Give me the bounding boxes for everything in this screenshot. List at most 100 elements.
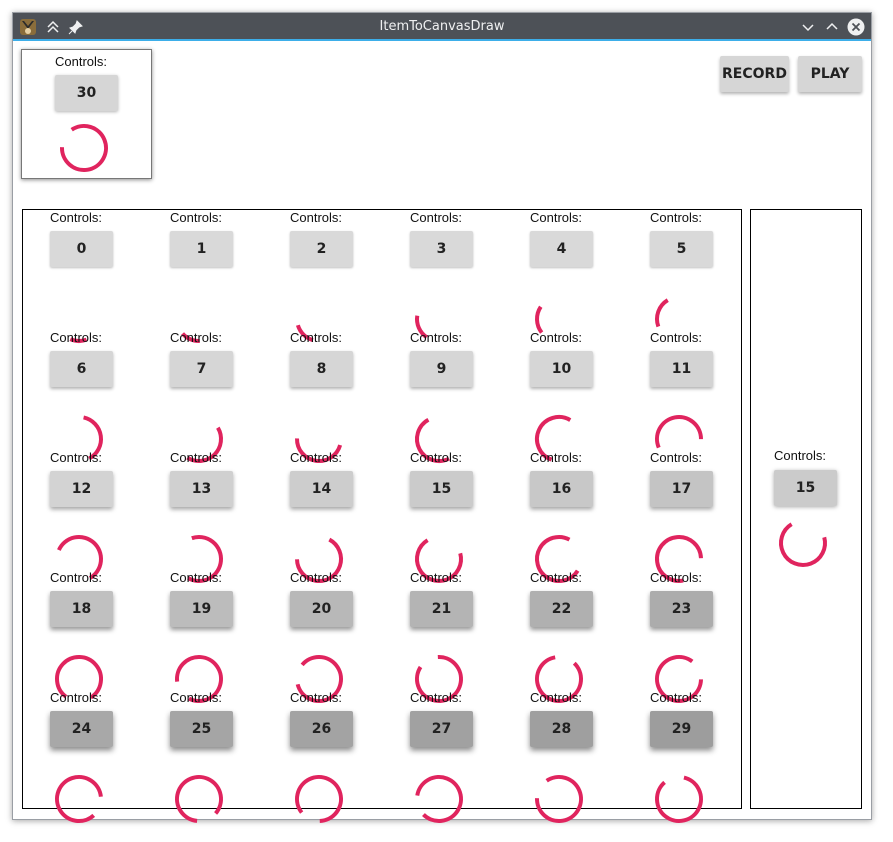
controls-label: Controls: [410, 210, 463, 225]
control-button[interactable]: 6 [50, 351, 113, 387]
control-cell: Controls: 10 [530, 330, 620, 462]
control-button[interactable]: 7 [170, 351, 233, 387]
control-button[interactable]: 2 [290, 231, 353, 267]
busy-indicator [175, 775, 223, 823]
controls-label: Controls: [50, 330, 103, 345]
controls-label: Controls: [170, 330, 223, 345]
control-cell: Controls: 12 [50, 450, 140, 580]
control-cell: Controls: 2 [290, 210, 380, 343]
control-button[interactable]: 24 [50, 711, 113, 747]
control-cell: Controls: 7 [170, 330, 260, 463]
indicator-arc [55, 775, 103, 823]
control-cell: Controls: 6 [50, 330, 140, 461]
indicator-arc [655, 415, 703, 449]
control-button[interactable]: 20 [290, 591, 353, 627]
controls-label: Controls: [650, 450, 703, 465]
control-button[interactable]: 3 [410, 231, 473, 267]
controls-label: Controls: [290, 570, 343, 585]
control-button[interactable]: 22 [530, 591, 593, 627]
control-cell: Controls: 16 [530, 450, 620, 583]
control-button[interactable]: 13 [170, 471, 233, 507]
title-bar: ItemToCanvasDraw [13, 13, 871, 41]
control-button[interactable]: 25 [170, 711, 233, 747]
controls-label: Controls: [530, 330, 583, 345]
busy-indicator [295, 775, 343, 823]
top-controls-panel: Controls: 30 [21, 49, 152, 179]
control-button[interactable]: 9 [410, 351, 473, 387]
control-cell: Controls: 1 [170, 210, 260, 343]
control-cell: Controls: 4 [530, 210, 620, 334]
minimize-icon[interactable] [799, 18, 817, 36]
control-button[interactable]: 17 [650, 471, 713, 507]
app-window: ItemToCanvasDraw Controls: 30 RECORD PLA… [12, 12, 872, 823]
busy-indicator [60, 124, 108, 172]
control-button[interactable]: 27 [410, 711, 473, 747]
busy-indicator [415, 775, 463, 823]
controls-label: Controls: [170, 210, 223, 225]
control-button[interactable]: 15 [410, 471, 473, 507]
control-button[interactable]: 29 [650, 711, 713, 747]
window-title: ItemToCanvasDraw [379, 19, 505, 34]
indicator-arc [655, 298, 669, 328]
content-area: Controls: 30 RECORD PLAY Controls: 0 Contr… [13, 41, 871, 823]
controls-label: Controls: [170, 450, 223, 465]
controls-label: Controls: [410, 690, 463, 705]
control-cell: Controls: 9 [410, 330, 500, 463]
busy-indicator [779, 522, 827, 567]
control-cell: Controls: 0 [50, 210, 140, 343]
control-button[interactable]: 8 [290, 351, 353, 387]
controls-label: Controls: [774, 448, 827, 463]
control-cell: Controls: 24 [50, 690, 140, 823]
control-button[interactable]: 10 [530, 351, 593, 387]
controls-label: Controls: [50, 570, 103, 585]
control-button[interactable]: 26 [290, 711, 353, 747]
controls-label: Controls: [50, 690, 103, 705]
control-button[interactable]: 14 [290, 471, 353, 507]
controls-label: Controls: [410, 330, 463, 345]
control-cell: Controls: 22 [530, 570, 620, 703]
busy-indicator [535, 775, 583, 823]
maximize-icon[interactable] [823, 18, 841, 36]
control-cell: Controls: 8 [290, 330, 380, 463]
control-cell: Controls: 5 [650, 210, 740, 330]
control-cell: Controls: 14 [290, 450, 380, 583]
play-button[interactable]: PLAY [798, 56, 862, 92]
control-button[interactable]: 18 [50, 591, 113, 627]
control-button[interactable]: 28 [530, 711, 593, 747]
control-cell: Controls: 20 [290, 570, 380, 703]
control-cell: Controls: 18 [50, 570, 140, 700]
control-button[interactable]: 1 [170, 231, 233, 267]
control-button[interactable]: 15 [774, 470, 837, 506]
indicator-arc [535, 775, 583, 823]
record-button[interactable]: RECORD [720, 56, 789, 92]
controls-label: Controls: [650, 210, 703, 225]
controls-label: Controls: [650, 330, 703, 345]
control-cell: Controls: 27 [410, 690, 500, 823]
controls-label: Controls: [530, 690, 583, 705]
controls-label: Controls: [290, 450, 343, 465]
controls-label: Controls: [290, 210, 343, 225]
controls-label: Controls: [650, 570, 703, 585]
control-button[interactable]: 11 [650, 351, 713, 387]
control-cell: Controls: 11 [650, 330, 740, 450]
indicator-arc [655, 775, 703, 823]
controls-label: Controls: [530, 570, 583, 585]
control-cell: Controls: 23 [650, 570, 740, 703]
control-cell: Controls: 17 [650, 450, 740, 583]
control-button[interactable]: 12 [50, 471, 113, 507]
control-button[interactable]: 30 [55, 75, 118, 111]
control-button[interactable]: 0 [50, 231, 113, 267]
control-button[interactable]: 4 [530, 231, 593, 267]
controls-label: Controls: [530, 450, 583, 465]
control-button[interactable]: 23 [650, 591, 713, 627]
close-icon[interactable] [847, 18, 865, 36]
control-cell: Controls: 19 [170, 570, 260, 703]
control-cell: Controls: 21 [410, 570, 500, 703]
control-button[interactable]: 16 [530, 471, 593, 507]
control-button[interactable]: 5 [650, 231, 713, 267]
control-button[interactable]: 21 [410, 591, 473, 627]
control-button[interactable]: 19 [170, 591, 233, 627]
controls-label: Controls: [50, 450, 103, 465]
controls-label: Controls: [170, 690, 223, 705]
controls-label: Controls: [290, 330, 343, 345]
